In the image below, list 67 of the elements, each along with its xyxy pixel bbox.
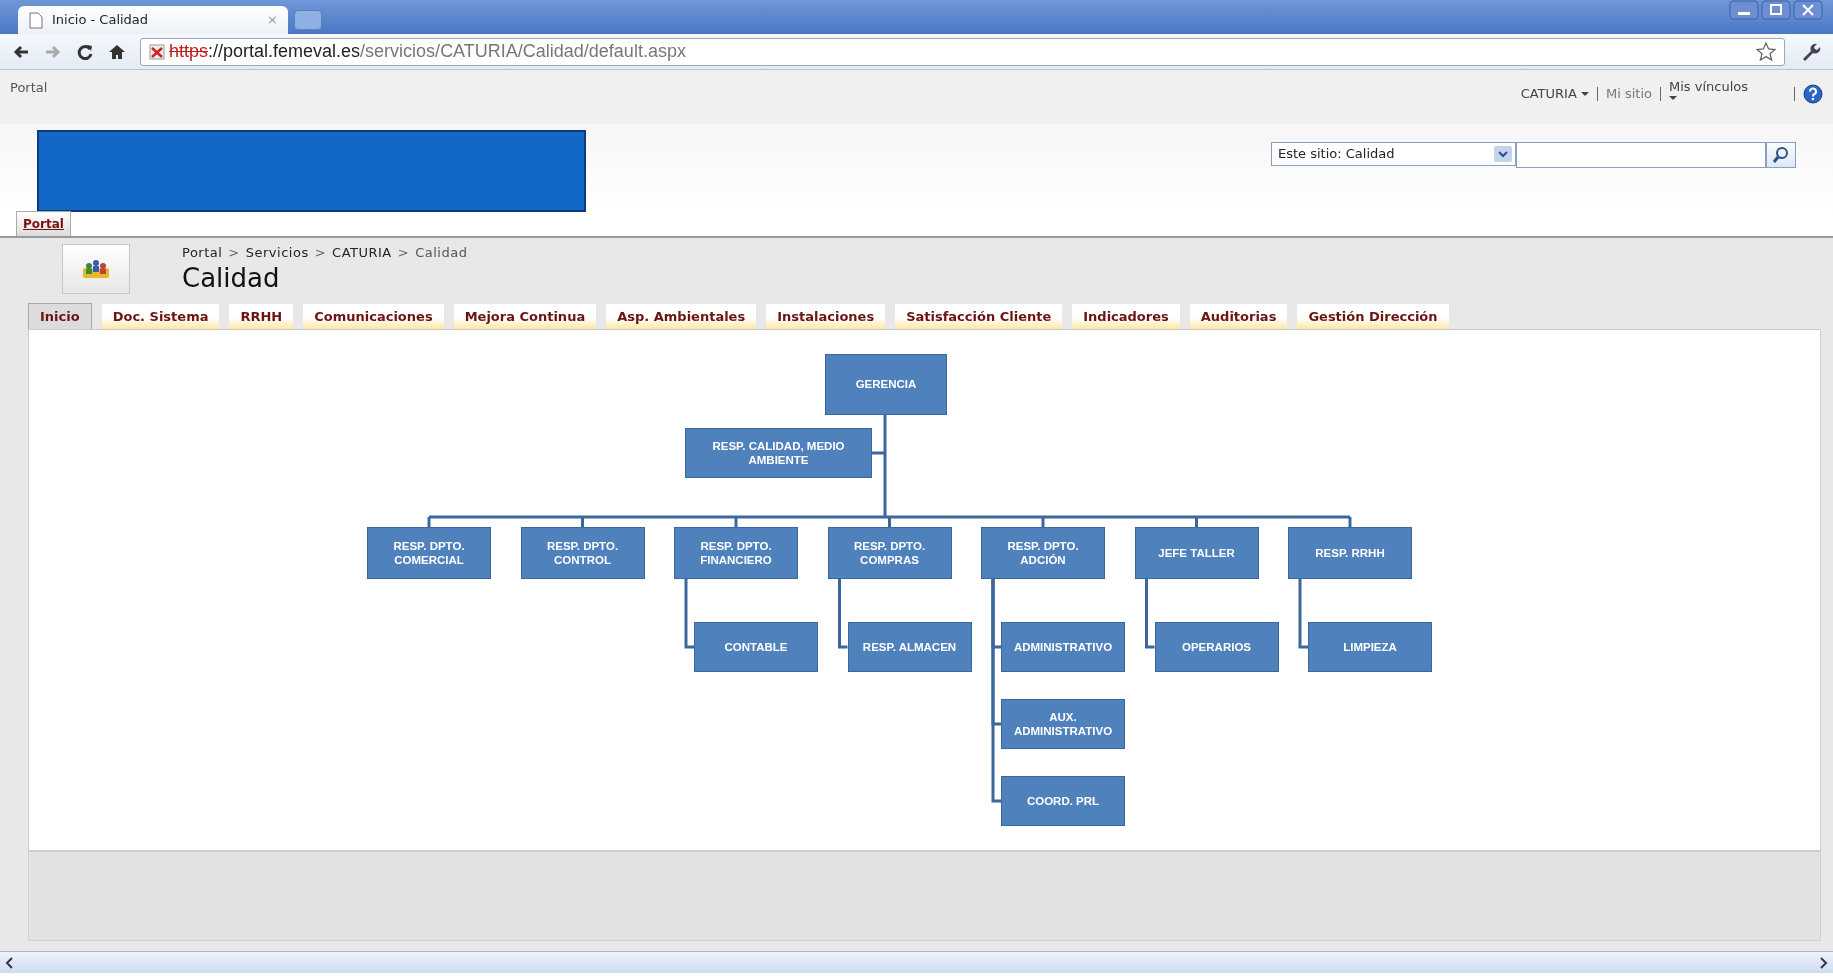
caret-icon [1669, 96, 1677, 102]
org-chart-node: RESP. RRHH [1288, 527, 1412, 579]
nav-tab[interactable]: Portal [16, 211, 71, 236]
connector-line [1145, 579, 1155, 649]
org-chart-node: ADMINISTRATIVO [1001, 622, 1125, 672]
org-chart-node: RESP. CALIDAD, MEDIO AMBIENTE [685, 428, 872, 478]
caret-icon [1580, 92, 1589, 98]
home-icon[interactable] [108, 42, 126, 61]
org-chart-node: COORD. PRL [1001, 776, 1125, 826]
star-icon[interactable] [1756, 42, 1776, 61]
connector-line [1298, 579, 1308, 649]
breadcrumb-link[interactable]: CATURIA [332, 243, 392, 263]
org-chart-node: RESP. DPTO. COMERCIAL [367, 527, 491, 579]
reload-icon[interactable] [76, 42, 94, 61]
tab[interactable]: Mejora Continua [453, 303, 597, 329]
people-icon [81, 258, 111, 280]
tab[interactable]: Auditorias [1189, 303, 1288, 329]
page-title: Calidad [182, 264, 281, 291]
connector-line [684, 579, 694, 649]
org-chart-node: CONTABLE [694, 622, 818, 672]
org-chart-node: OPERARIOS [1154, 622, 1279, 672]
page-icon [28, 11, 44, 29]
tab[interactable]: Doc. Sistema [101, 303, 220, 329]
maximize-button[interactable] [1761, 0, 1791, 20]
link[interactable]: Mi sitio [1605, 84, 1652, 104]
user-menu[interactable]: CATURIA [1520, 84, 1589, 104]
scroll-right-icon[interactable] [1817, 955, 1829, 970]
my-links-menu[interactable]: Mis vínculos [1669, 76, 1748, 102]
org-chart-node: RESP. ALMACEN [847, 622, 972, 672]
address-bar[interactable]: https://portal.femeval.es/servicios/CATURIA/Calidad/default.aspx [140, 37, 1785, 66]
org-chart-node: AUX. ADMINISTRATIVO [1001, 699, 1125, 749]
insecure-icon [149, 43, 165, 60]
scroll-left-icon[interactable] [4, 955, 16, 970]
help-icon[interactable] [1803, 84, 1823, 104]
breadcrumb-current: Calidad [415, 244, 468, 262]
connector-line [838, 579, 848, 649]
org-chart-node: RESP. DPTO. CONTROL [520, 527, 645, 579]
search-icon [1772, 146, 1790, 164]
horizontal-scrollbar[interactable] [0, 951, 1833, 973]
org-chart-node: LIMPIEZA [1308, 622, 1432, 672]
search-field[interactable] [1516, 142, 1766, 168]
tab[interactable]: Asp. Ambientales [606, 303, 757, 329]
org-chart-node: RESP. DPTO. ADCIÓN [981, 527, 1105, 579]
dropdown-icon [1494, 146, 1512, 162]
tab[interactable]: Instalaciones [766, 303, 886, 329]
breadcrumb-link[interactable]: Portal [182, 243, 223, 263]
close-button[interactable] [1793, 0, 1823, 20]
org-chart-node: GERENCIA [825, 354, 947, 415]
org-chart-node: RESP. DPTO. FINANCIERO [674, 527, 798, 579]
org-chart-node: RESP. DPTO. COMPRAS [827, 527, 952, 579]
scope-dropdown[interactable]: Este sitio: Calidad [1271, 142, 1516, 166]
breadcrumb-separator: > [314, 244, 327, 262]
tab[interactable]: Gestión Dirección [1297, 303, 1449, 329]
tab[interactable]: Inicio [28, 302, 92, 329]
url-text: https://portal.femeval.es/servicios/CATURIA/Calidad/default.aspx [169, 40, 686, 63]
tab[interactable]: Satisfacción Cliente [895, 303, 1063, 329]
site-name[interactable]: Portal [10, 78, 48, 98]
tab[interactable]: RRHH [229, 303, 294, 329]
browser-tab[interactable]: Inicio - Calidad × [18, 6, 288, 34]
search-button[interactable] [1766, 142, 1796, 168]
minimize-button[interactable] [1729, 0, 1759, 20]
tab[interactable]: Comunicaciones [303, 303, 444, 329]
breadcrumb-separator: > [397, 244, 410, 262]
breadcrumb-separator: > [228, 244, 240, 262]
org-chart-node: JEFE TALLER [1134, 527, 1259, 579]
tab[interactable]: Indicadores [1072, 303, 1180, 329]
breadcrumb-link[interactable]: Servicios [245, 243, 309, 263]
